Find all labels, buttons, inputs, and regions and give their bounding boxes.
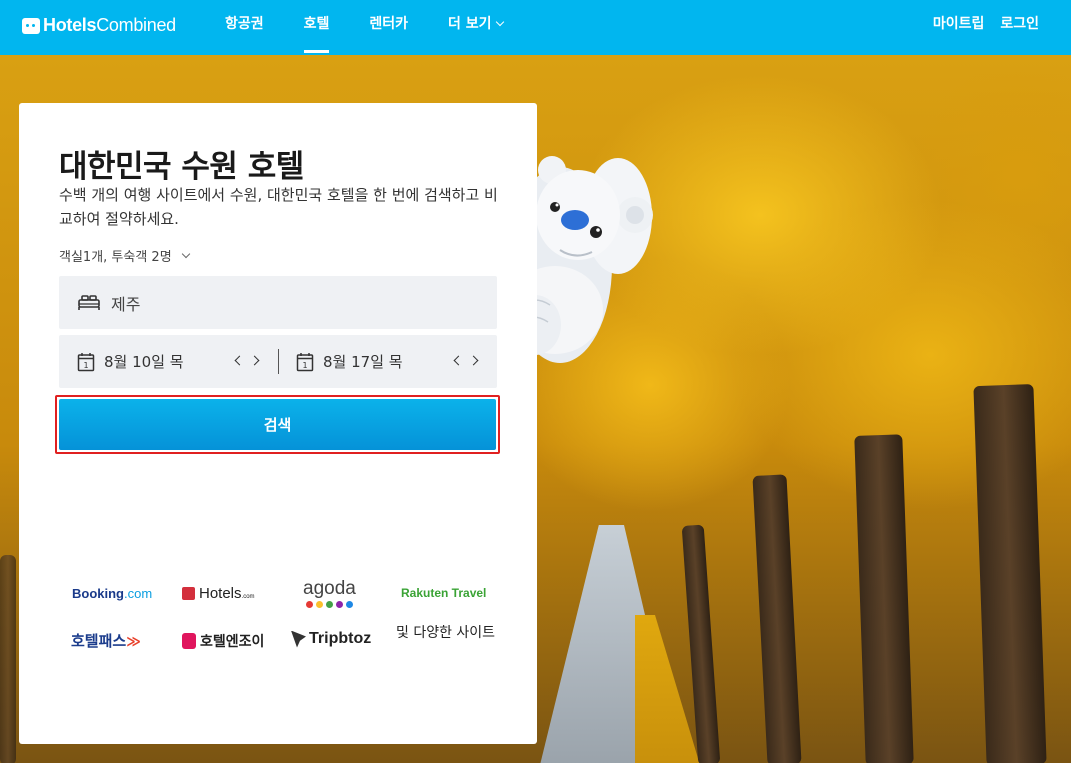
hotels-logo-text: Hotels	[199, 585, 242, 602]
booking-logo-suffix: .com	[124, 586, 153, 601]
tree-trunk	[752, 474, 802, 763]
hotelenjoy-logo-text: 호텔엔조이	[200, 634, 265, 650]
page-subtitle: 수백 개의 여행 사이트에서 수원, 대한민국 호텔을 한 번에 검색하고 비교…	[59, 186, 498, 228]
logo-text-hotels: Hotels	[43, 15, 97, 35]
rooms-guests-label: 객실1개, 투숙객 2명	[59, 250, 172, 265]
booking-logo-text: Booking	[72, 586, 124, 601]
checkin-date-arrows	[234, 353, 260, 367]
bear-logo-icon	[22, 17, 40, 34]
tree-trunk	[0, 555, 16, 763]
agoda-logo: agoda	[303, 578, 356, 608]
tree-trunk	[973, 384, 1047, 763]
destination-value: 제주	[111, 294, 141, 314]
tripbtoz-logo-text: Tripbtoz	[309, 630, 372, 647]
hotelpass-logo: 호텔패스≫	[71, 630, 141, 651]
login-link[interactable]: 로그인	[1000, 0, 1039, 55]
hotels-com-logo: Hotels .com	[182, 585, 255, 602]
search-button-highlight: 검색	[55, 395, 500, 454]
nav-flights[interactable]: 항공권	[225, 0, 264, 55]
more-sites-text: 및 다양한 사이트	[396, 625, 496, 641]
agoda-logo-text: agoda	[303, 578, 356, 599]
top-nav-bar: HotelsCombined 항공권 호텔 렌터카 더 보기 마이트립 로그인	[0, 0, 1071, 55]
search-button[interactable]: 검색	[59, 399, 496, 450]
hotelscombined-logo[interactable]: HotelsCombined	[22, 15, 176, 36]
checkout-date-value: 8월 17일 목	[323, 353, 403, 371]
hotelenjoy-logo: 호텔엔조이	[182, 631, 264, 651]
chevron-left-icon[interactable]	[453, 353, 461, 367]
calendar-icon: 1	[77, 352, 95, 371]
calendar-day-text: 1	[302, 361, 307, 370]
bed-icon	[78, 294, 100, 310]
nav-hotels[interactable]: 호텔	[303, 0, 329, 55]
booking-com-logo: Booking.com	[72, 586, 152, 601]
agoda-dots	[303, 601, 356, 608]
checkin-date-field[interactable]: 1 8월 10일 목	[59, 335, 278, 388]
my-trips-link[interactable]: 마이트립	[933, 0, 985, 55]
checkin-date-value: 8월 10일 목	[104, 353, 184, 371]
main-nav: 항공권 호텔 렌터카 더 보기	[225, 0, 543, 55]
page-title: 대한민국 수원 호텔	[59, 149, 304, 185]
hotels-logo-suffix: .com	[241, 593, 255, 600]
chevron-left-icon[interactable]	[234, 353, 242, 367]
swoosh-icon: ≫	[126, 634, 141, 650]
nav-more[interactable]: 더 보기	[448, 0, 504, 55]
chevron-down-icon	[495, 17, 504, 27]
rooms-guests-selector[interactable]: 객실1개, 투숙객 2명	[59, 246, 190, 265]
chevron-down-icon	[181, 249, 190, 258]
logo-text-combined: Combined	[96, 15, 176, 35]
hotelenjoy-h-icon	[182, 633, 196, 649]
chevron-right-icon[interactable]	[252, 353, 260, 367]
checkout-date-field[interactable]: 1 8월 17일 목	[278, 335, 497, 388]
hotel-search-card: 대한민국 수원 호텔 수백 개의 여행 사이트에서 수원, 대한민국 호텔을 한…	[19, 103, 537, 744]
tripbtoz-arrow-icon	[291, 630, 306, 648]
chevron-right-icon[interactable]	[471, 353, 479, 367]
account-nav: 마이트립 로그인	[917, 0, 1039, 55]
calendar-icon: 1	[296, 352, 314, 371]
nav-car-rental[interactable]: 렌터카	[369, 0, 408, 55]
destination-input[interactable]: 제주	[59, 276, 497, 329]
date-range-picker: 1 8월 10일 목 1 8월 17일 목	[59, 335, 497, 388]
tripbtoz-logo: Tripbtoz	[291, 630, 371, 648]
rakuten-travel-logo: Rakuten Travel	[401, 586, 487, 600]
checkout-date-arrows	[453, 353, 479, 367]
nav-more-label: 더 보기	[448, 16, 492, 32]
hotels-h-icon	[182, 587, 195, 600]
hotelpass-logo-text: 호텔패스	[71, 632, 127, 650]
tree-trunk	[854, 434, 914, 763]
calendar-day-text: 1	[83, 361, 88, 370]
